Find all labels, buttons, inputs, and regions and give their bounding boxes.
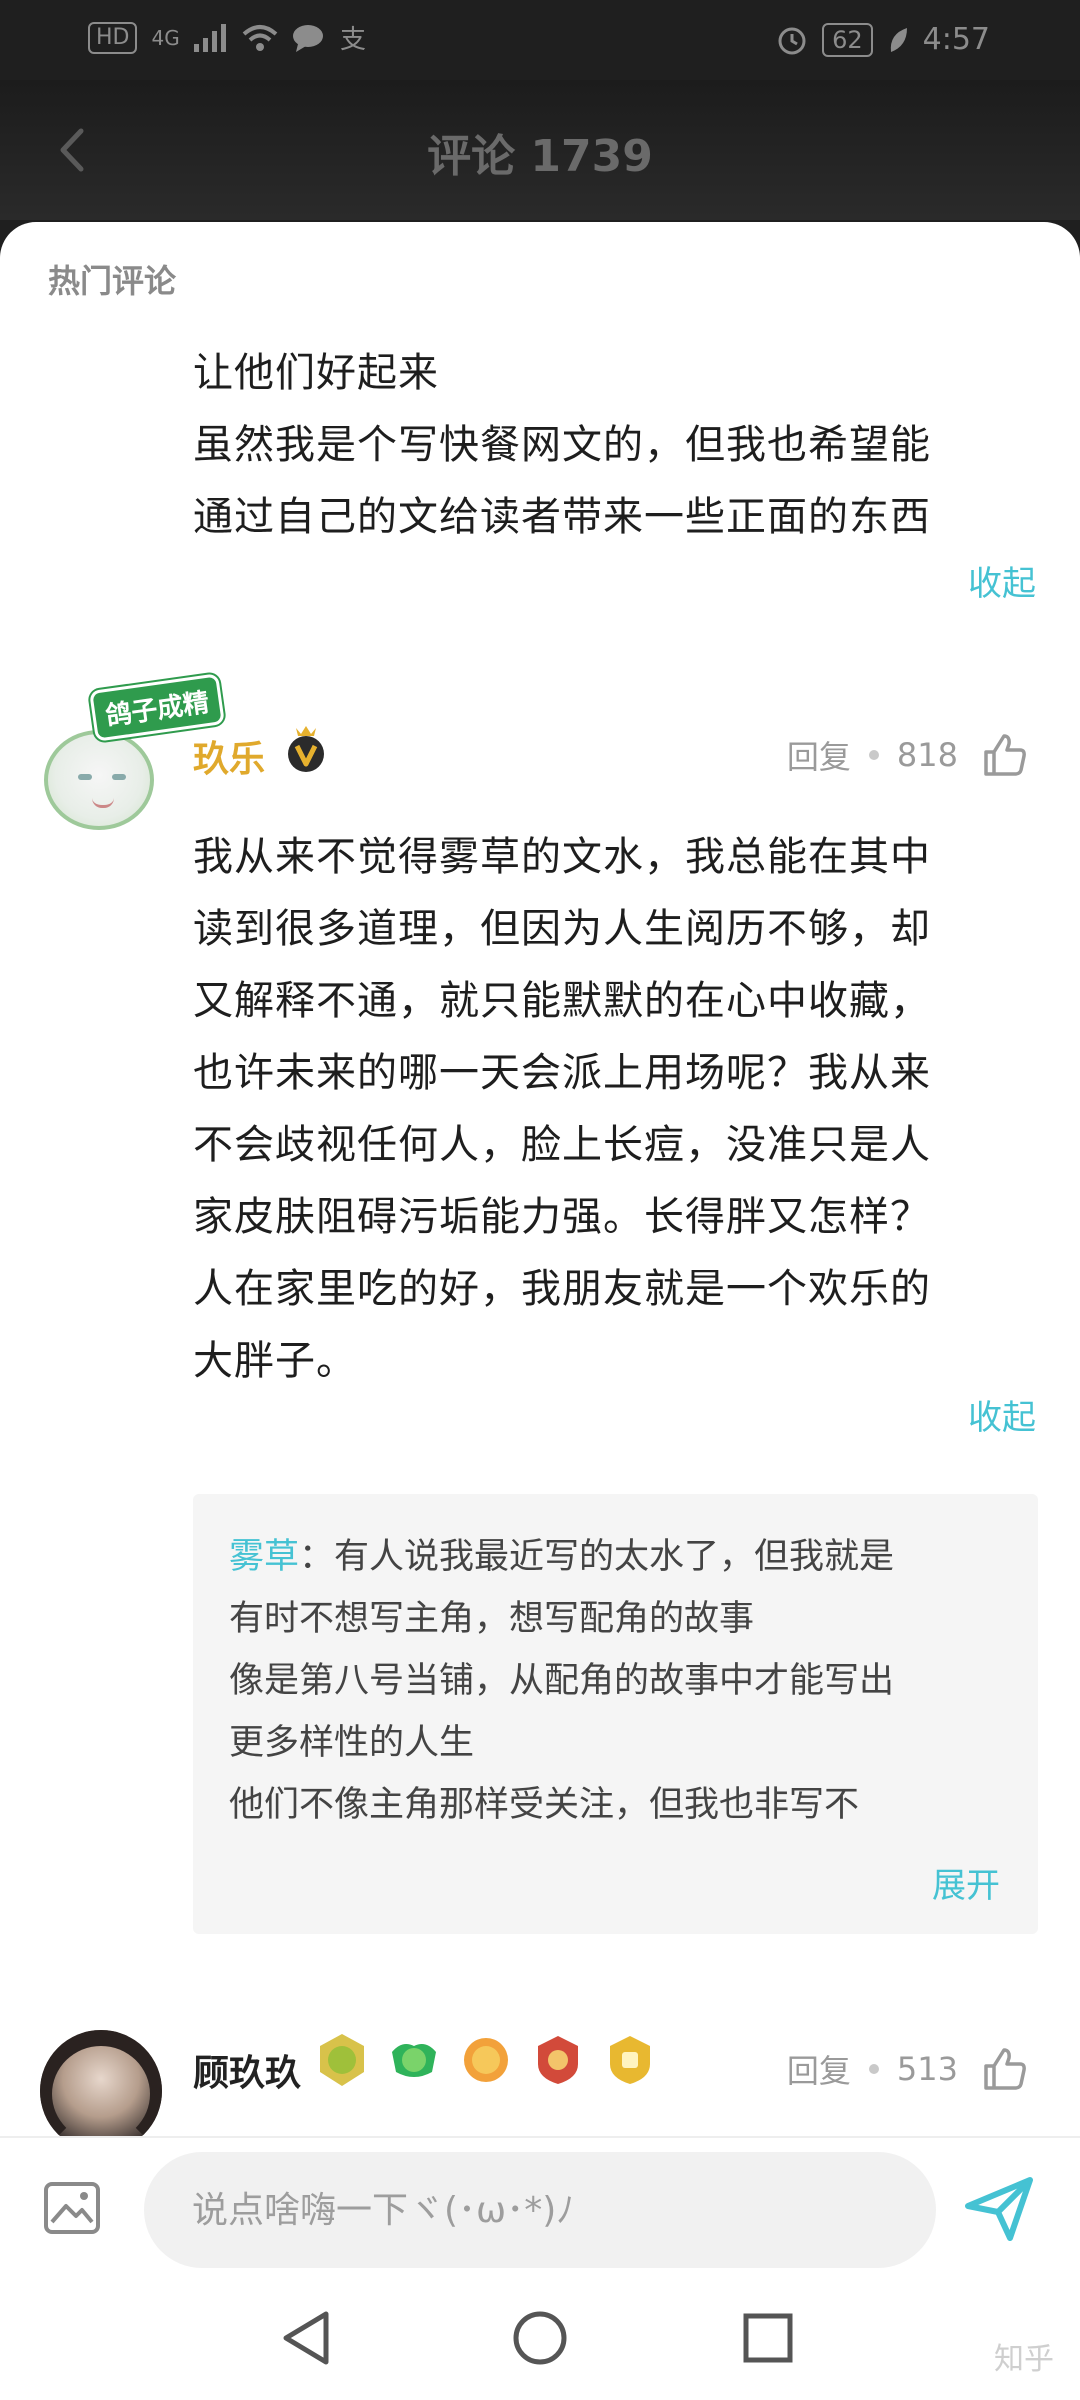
zhihu-watermark: 知乎	[994, 2342, 1054, 2377]
badge-gold-icon	[320, 2034, 364, 2086]
reply-text-line: 更多样性的人生	[229, 1723, 475, 1763]
reply-text-line: 他们不像主角那样受关注，但我也非写不	[229, 1785, 860, 1825]
charging-leaf-icon	[890, 27, 907, 52]
comment-username[interactable]: 顾玖玖	[193, 2044, 301, 2096]
page-header: 评论 1739	[0, 80, 1080, 220]
comment-input[interactable]	[144, 2152, 936, 2268]
badge-yellow-shield-icon	[610, 2036, 650, 2084]
expand-link[interactable]: 展开	[932, 1858, 1000, 1907]
signal-icon	[193, 24, 226, 52]
status-bar: HD 4G 支 62 4:57	[0, 0, 1080, 80]
reply-separator: ：	[299, 1537, 335, 1577]
comment-text-line: 又解释不通，就只能默默的在心中收藏，	[193, 978, 931, 1024]
meta-dot	[868, 2064, 879, 2074]
comment-text-line: 通过自己的文给读者带来一些正面的东西	[193, 494, 931, 540]
avatar[interactable]	[40, 2030, 162, 2152]
send-icon[interactable]	[962, 2172, 1036, 2246]
reply-author[interactable]: 雾草	[229, 1537, 299, 1577]
reply-text: 有人说我最近写的太水了，但我就是	[334, 1537, 895, 1577]
reply-text-line: 雾草：有人说我最近写的太水了，但我就是	[229, 1528, 894, 1579]
comment-text-line: 不会歧视任何人，脸上长痘，没准只是人	[193, 1122, 931, 1168]
svg-text:支: 支	[340, 25, 366, 53]
comment-input-bar	[0, 2136, 1080, 2276]
page-title: 评论 1739	[427, 131, 653, 182]
alarm-icon	[778, 27, 806, 54]
like-count: 818	[896, 736, 958, 774]
avatar[interactable]: 鸽子成精	[34, 673, 225, 830]
image-picker-icon[interactable]	[42, 2180, 102, 2236]
alipay-icon: 支	[340, 25, 366, 53]
hd-indicator: HD	[88, 22, 138, 54]
reply-button[interactable]: 回复	[787, 2046, 851, 2092]
nav-back-icon[interactable]	[276, 2306, 340, 2370]
user-badges	[316, 2032, 656, 2088]
clock-time: 4:57	[922, 22, 990, 57]
vip-crown-icon	[288, 726, 324, 772]
status-right-icons: 62 4:57	[776, 22, 990, 57]
battery-level: 62	[822, 22, 873, 57]
meta-dot	[868, 750, 879, 760]
thumbs-up-icon[interactable]	[982, 2046, 1028, 2092]
wifi-icon	[242, 25, 278, 51]
comment-text-line: 人在家里吃的好，我朋友就是一个欢乐的	[193, 1266, 931, 1312]
badge-orange-icon	[464, 2038, 508, 2082]
comment-text-line: 虽然我是个写快餐网文的，但我也希望能	[193, 422, 931, 468]
message-bubble-icon	[292, 25, 323, 52]
comment-username[interactable]: 玖乐	[193, 730, 265, 782]
nav-home-icon[interactable]	[508, 2306, 572, 2370]
comment-meta: 回复 818	[787, 732, 1028, 778]
reply-button[interactable]: 回复	[787, 732, 851, 778]
collapse-link[interactable]: 收起	[968, 1390, 1036, 1439]
nav-recents-icon[interactable]	[736, 2306, 800, 2370]
comment-text-line: 我从来不觉得雾草的文水，我总能在其中	[193, 834, 931, 880]
comment-text-line: 读到很多道理，但因为人生阅历不够，却	[193, 906, 931, 952]
comment-text-line: 大胖子。	[193, 1338, 357, 1384]
reply-text-line: 有时不想写主角，想写配角的故事	[229, 1599, 755, 1639]
comment-sheet: 热门评论 让他们好起来 虽然我是个写快餐网文的，但我也希望能 通过自己的文给读者…	[0, 222, 1080, 2400]
comment-text-line: 让他们好起来	[193, 350, 439, 396]
badge-red-shield-icon	[538, 2036, 578, 2084]
like-count: 513	[896, 2050, 958, 2088]
network-type: 4G	[151, 26, 180, 50]
badge-green-wings-icon	[392, 2044, 436, 2077]
section-hot-comments-label: 热门评论	[48, 262, 177, 300]
system-nav-bar: 知乎	[0, 2276, 1080, 2400]
thumbs-up-icon[interactable]	[982, 732, 1028, 778]
avatar-image	[44, 730, 154, 830]
comment-text-line: 也许未来的哪一天会派上用场呢？我从来	[193, 1050, 931, 1096]
collapse-link[interactable]: 收起	[968, 556, 1036, 605]
reply-preview-box[interactable]: 雾草：有人说我最近写的太水了，但我就是 有时不想写主角，想写配角的故事 像是第八…	[193, 1494, 1038, 1934]
status-left-icons: HD 4G 支	[88, 22, 368, 54]
comment-text-line: 家皮肤阻碍污垢能力强。长得胖又怎样？	[193, 1194, 931, 1240]
comment-meta: 回复 513	[787, 2046, 1028, 2092]
reply-text-line: 像是第八号当铺，从配角的故事中才能写出	[229, 1661, 895, 1701]
